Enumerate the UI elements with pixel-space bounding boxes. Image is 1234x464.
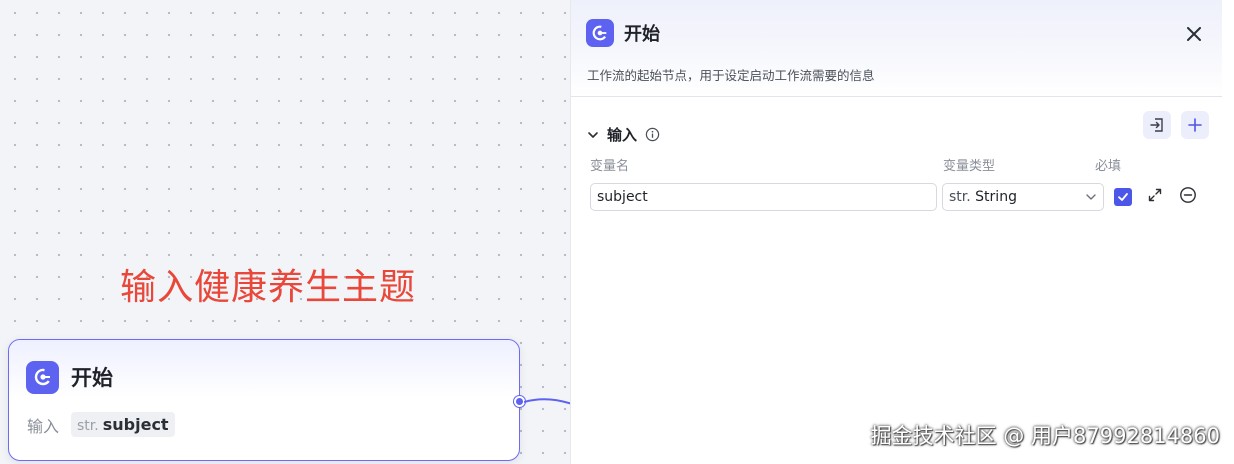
type-label: String [975, 189, 1017, 205]
type-prefix: str. [949, 189, 971, 205]
chevron-down-icon [588, 131, 598, 138]
window-edge [1222, 0, 1234, 464]
start-node-body: 输入 str. subject [9, 398, 519, 437]
workflow-canvas[interactable]: 输入健康养生主题 开始 输入 str. subject [0, 0, 570, 464]
input-section-header: 输入 [571, 97, 1222, 153]
node-variable-type: str. [77, 418, 99, 434]
node-config-panel: 开始 工作流的起始节点，用于设定启动工作流需要的信息 输入 变量名 变量类型 必… [570, 0, 1222, 464]
start-node-header: 开始 [9, 340, 519, 398]
panel-description: 工作流的起始节点，用于设定启动工作流需要的信息 [587, 68, 875, 83]
start-node-icon [586, 19, 614, 47]
column-name: 变量名 [590, 159, 630, 174]
node-variable-chip: str. subject [71, 412, 175, 437]
add-variable-button[interactable] [1181, 111, 1209, 139]
close-icon [1187, 27, 1201, 41]
annotation-text: 输入健康养生主题 [120, 267, 417, 308]
required-checkbox[interactable] [1114, 188, 1132, 206]
plus-icon [1188, 118, 1202, 132]
variable-table-header: 变量名 变量类型 必填 [571, 153, 1222, 181]
column-required: 必填 [1095, 159, 1122, 174]
variable-type-select[interactable]: str. String [942, 183, 1104, 211]
info-icon[interactable] [645, 127, 660, 142]
import-button[interactable] [1143, 111, 1171, 139]
variable-name-input[interactable] [590, 183, 937, 211]
panel-title: 开始 [624, 24, 660, 45]
watermark: 掘金技术社区 @ 用户87992814860 [870, 424, 1220, 448]
collapse-toggle[interactable] [587, 129, 599, 141]
chevron-down-icon [1086, 194, 1096, 200]
panel-header: 开始 工作流的起始节点，用于设定启动工作流需要的信息 [571, 0, 1222, 97]
start-node[interactable]: 开始 输入 str. subject [8, 339, 520, 461]
close-button[interactable] [1182, 22, 1206, 46]
start-node-icon [26, 360, 59, 394]
connection-edge [524, 398, 570, 405]
import-icon [1150, 118, 1163, 132]
start-node-title: 开始 [71, 366, 113, 390]
variable-row: str. String [571, 181, 1222, 211]
expand-icon[interactable] [1147, 187, 1163, 203]
node-variable-name: subject [102, 415, 169, 434]
input-section-title: 输入 [607, 126, 638, 144]
column-type: 变量类型 [943, 159, 996, 174]
node-input-label: 输入 [27, 416, 60, 436]
remove-circle-icon[interactable] [1179, 186, 1197, 204]
check-icon [1118, 193, 1128, 201]
